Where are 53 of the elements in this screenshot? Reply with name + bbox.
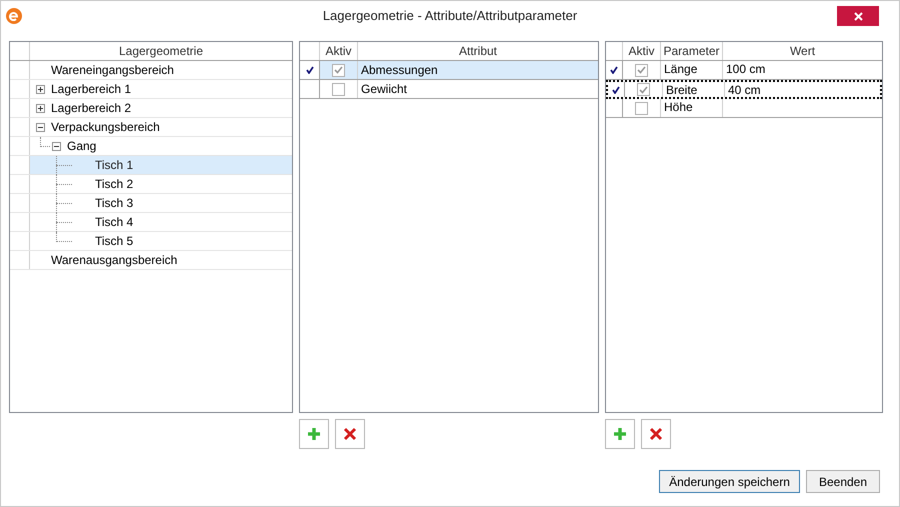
table-cell-text: 100 cm xyxy=(725,61,766,78)
column-header[interactable]: Lagergeometrie xyxy=(30,42,292,60)
tree-item[interactable]: Tisch 2 xyxy=(30,175,292,193)
tree-item[interactable]: Tisch 4 xyxy=(30,213,292,231)
column-header[interactable]: Wert xyxy=(723,42,882,60)
table-cell[interactable]: Gewiicht xyxy=(358,80,598,98)
tree-item[interactable]: Warenausgangsbereich xyxy=(30,251,292,269)
checkbox[interactable] xyxy=(635,102,648,114)
checkbox[interactable] xyxy=(635,64,648,76)
table-cell: Höhe xyxy=(661,99,723,117)
check-icon xyxy=(637,66,646,74)
window-title: Lagergeometrie - Attribute/Attributparameter xyxy=(322,7,578,26)
checkbox[interactable] xyxy=(332,64,345,76)
tree-item[interactable]: Verpackungsbereich xyxy=(30,118,292,136)
save-button[interactable]: Änderungen speichern xyxy=(659,470,800,493)
checkbox[interactable] xyxy=(332,82,345,96)
tree-item[interactable]: Gang xyxy=(30,137,292,155)
table-cell: Länge xyxy=(661,61,723,79)
table-cell: Breite xyxy=(663,82,725,97)
current-row-icon xyxy=(306,66,314,74)
expand-icon[interactable] xyxy=(36,104,45,112)
tree-item[interactable]: Wareneingangsbereich xyxy=(30,61,292,79)
delete-button[interactable] xyxy=(335,419,365,449)
app-logo-icon xyxy=(6,8,22,24)
plus-icon xyxy=(613,427,627,441)
close-button[interactable] xyxy=(837,6,879,26)
check-icon xyxy=(639,86,648,94)
expand-icon[interactable] xyxy=(36,84,45,94)
collapse-icon[interactable] xyxy=(36,122,45,132)
current-row-icon xyxy=(612,86,620,94)
collapse-icon[interactable] xyxy=(52,142,61,150)
plus-icon xyxy=(307,427,321,441)
delete-icon xyxy=(649,427,663,441)
tree-item[interactable]: Lagerbereich 2 xyxy=(30,99,292,117)
current-row-icon xyxy=(610,66,618,74)
column-header[interactable]: Parameter xyxy=(661,42,723,60)
add-button[interactable] xyxy=(605,419,635,449)
delete-icon xyxy=(343,427,357,441)
column-header[interactable]: Aktiv xyxy=(320,42,358,60)
column-header[interactable]: Aktiv xyxy=(623,42,661,60)
column-header[interactable]: Attribut xyxy=(358,42,598,60)
tree-item[interactable]: Tisch 1 xyxy=(30,156,292,174)
close-icon xyxy=(854,12,862,20)
check-icon xyxy=(334,66,343,74)
add-button[interactable] xyxy=(299,419,329,449)
exit-button[interactable]: Beenden xyxy=(806,470,880,493)
tree-item[interactable]: Tisch 5 xyxy=(30,232,292,250)
table-cell[interactable]: Abmessungen xyxy=(358,61,598,79)
delete-button[interactable] xyxy=(641,419,671,449)
tree-item[interactable]: Lagerbereich 1 xyxy=(30,80,292,98)
table-cell-text: 40 cm xyxy=(727,82,762,97)
checkbox[interactable] xyxy=(637,83,650,96)
tree-item[interactable]: Tisch 3 xyxy=(30,194,292,212)
